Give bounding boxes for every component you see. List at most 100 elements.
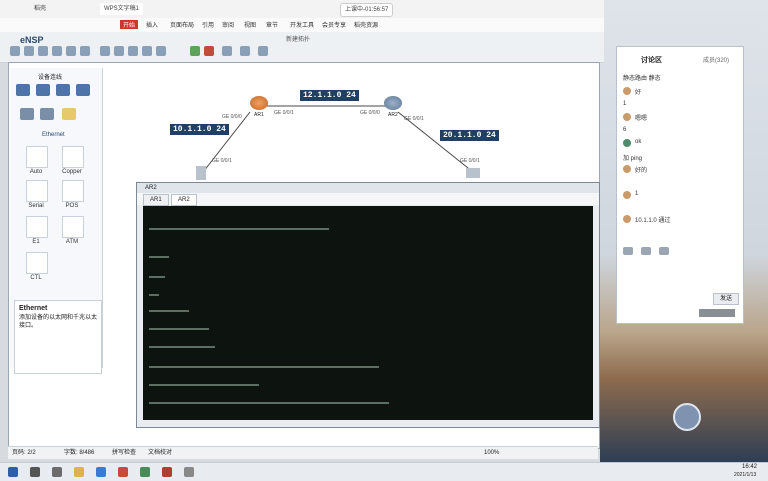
cable-icon[interactable] <box>62 108 76 120</box>
start-icon[interactable] <box>190 46 200 56</box>
avatar <box>623 191 631 199</box>
copper-cable-icon[interactable] <box>62 146 84 168</box>
wps-writer-icon[interactable] <box>162 467 172 477</box>
router-ar2-icon[interactable] <box>384 96 402 110</box>
serial-cable-icon[interactable] <box>26 180 48 202</box>
e1-cable-icon[interactable] <box>26 216 48 238</box>
image-icon[interactable] <box>641 247 651 255</box>
menu-review[interactable]: 审阅 <box>222 20 234 29</box>
cable-serial-label: Serial <box>28 203 44 209</box>
ar1-label: AR1 <box>254 112 264 118</box>
settings-icon[interactable] <box>258 46 268 56</box>
save-icon[interactable] <box>38 46 48 56</box>
menu-start[interactable]: 开始 <box>120 20 139 29</box>
tab-document[interactable]: WPS文字稿1 <box>100 3 144 15</box>
menu-insert[interactable]: 插入 <box>146 20 158 29</box>
avatar <box>623 165 631 173</box>
wps-icon[interactable] <box>118 467 128 477</box>
spell-check[interactable]: 拼写检查 <box>112 447 136 459</box>
chat-message: 静态路由 静态 <box>623 76 661 82</box>
terminal-screen[interactable] <box>143 206 593 420</box>
cable-copper-label: Copper <box>62 169 82 175</box>
menu-reference[interactable]: 引用 <box>202 20 214 29</box>
ensp-icon[interactable] <box>184 467 194 477</box>
avatar <box>623 139 631 147</box>
taskview-icon[interactable] <box>52 467 62 477</box>
cable-ctl-label: CTL <box>30 275 42 281</box>
send-button[interactable]: 发送 <box>713 293 739 305</box>
port-label: GE 0/0/1 <box>274 110 294 116</box>
router-ar1-icon[interactable] <box>250 96 268 110</box>
app-icon[interactable] <box>140 467 150 477</box>
menu-member[interactable]: 会员专享 <box>322 20 346 29</box>
chat-message: 好的 <box>635 168 648 174</box>
menu-dev[interactable]: 开发工具 <box>290 20 314 29</box>
tab-docer[interactable]: 稻壳 <box>30 3 50 15</box>
network-label-2: 12.1.1.0 24 <box>300 90 359 101</box>
ctl-cable-icon[interactable] <box>26 252 48 274</box>
delete-icon[interactable] <box>128 46 138 56</box>
print-icon[interactable] <box>52 46 62 56</box>
port-label: GE 0/0/0 <box>222 114 242 120</box>
auto-cable-icon[interactable] <box>26 146 48 168</box>
move-icon[interactable] <box>114 46 124 56</box>
menu-layout[interactable]: 页面布局 <box>170 20 194 29</box>
chat-panel: 讨论区 成员(320) 静态路由 静态 好 1 嗯嗯 6 ok 加 ping 好… <box>616 46 744 324</box>
start-icon[interactable] <box>8 467 18 477</box>
emoji-icon[interactable] <box>623 247 633 255</box>
floating-record-button[interactable] <box>673 403 701 431</box>
chat-message: 嗯嗯 <box>635 116 648 122</box>
menu-section[interactable]: 章节 <box>266 20 278 29</box>
page-indicator: 页码: 2/2 <box>12 450 36 456</box>
terminal-tabs: AR1 AR2 <box>137 193 599 206</box>
terminal-tab-ar2[interactable]: AR2 <box>171 194 197 206</box>
app-name: eNSP <box>20 35 44 45</box>
network-label-3: 20.1.1.0 24 <box>440 130 499 141</box>
folder-icon[interactable] <box>74 467 84 477</box>
chat-message: 6 <box>623 127 627 133</box>
open-icon[interactable] <box>24 46 34 56</box>
clock-time: 16:42 <box>742 464 758 470</box>
class-status: 上课中-01:56:57 <box>340 3 394 17</box>
browser-icon[interactable] <box>96 467 106 477</box>
description-title: Ethernet <box>19 305 48 312</box>
text-icon[interactable] <box>142 46 152 56</box>
select-icon[interactable] <box>100 46 110 56</box>
router-icon[interactable] <box>16 84 30 96</box>
capture-icon[interactable] <box>222 46 232 56</box>
chat-message: 加 ping <box>623 156 643 162</box>
chat-input[interactable] <box>699 309 735 317</box>
new-icon[interactable] <box>10 46 20 56</box>
chat-message: 1 <box>635 191 639 197</box>
zoom-level[interactable]: 100% <box>484 447 499 459</box>
description-box: Ethernet 添加设备的以太网和千兆以太接口。 <box>14 300 102 374</box>
pc-icon[interactable] <box>20 108 34 120</box>
pos-cable-icon[interactable] <box>62 180 84 202</box>
doc-proof[interactable]: 文档校对 <box>148 447 172 459</box>
file-icon[interactable] <box>659 247 669 255</box>
pc1-icon[interactable] <box>196 166 206 180</box>
redo-icon[interactable] <box>80 46 90 56</box>
firewall-icon[interactable] <box>76 84 90 96</box>
switch-icon[interactable] <box>36 84 50 96</box>
undo-icon[interactable] <box>66 46 76 56</box>
area-icon[interactable] <box>156 46 166 56</box>
ethernet-section: Ethernet <box>42 132 65 138</box>
network-label-1: 10.1.1.0 24 <box>170 124 229 135</box>
cloud-icon[interactable] <box>40 108 54 120</box>
menu-docer[interactable]: 稻壳资源 <box>354 20 378 29</box>
terminal-icon[interactable] <box>240 46 250 56</box>
search-icon[interactable] <box>30 467 40 477</box>
topology-canvas[interactable]: AR1 AR2 10.1.1.0 24 12.1.1.0 24 20.1.1.0… <box>104 68 598 188</box>
stop-icon[interactable] <box>204 46 214 56</box>
atm-cable-icon[interactable] <box>62 216 84 238</box>
menu-bar: 开始 插入 页面布局 引用 审阅 视图 章节 开发工具 会员专享 稻壳资源 <box>0 18 604 32</box>
title-bar: 稻壳 WPS文字稿1 上课中-01:56:57 <box>0 0 604 19</box>
status-bar: 页码: 2/2 字数: 8/486 拼写检查 文档校对 100% <box>8 446 598 459</box>
menu-view[interactable]: 视图 <box>244 20 256 29</box>
terminal-line <box>149 276 165 278</box>
wlan-icon[interactable] <box>56 84 70 96</box>
terminal-tab-ar1[interactable]: AR1 <box>143 194 169 206</box>
member-count[interactable]: 成员(320) <box>703 55 729 64</box>
pc2-icon[interactable] <box>466 168 480 178</box>
